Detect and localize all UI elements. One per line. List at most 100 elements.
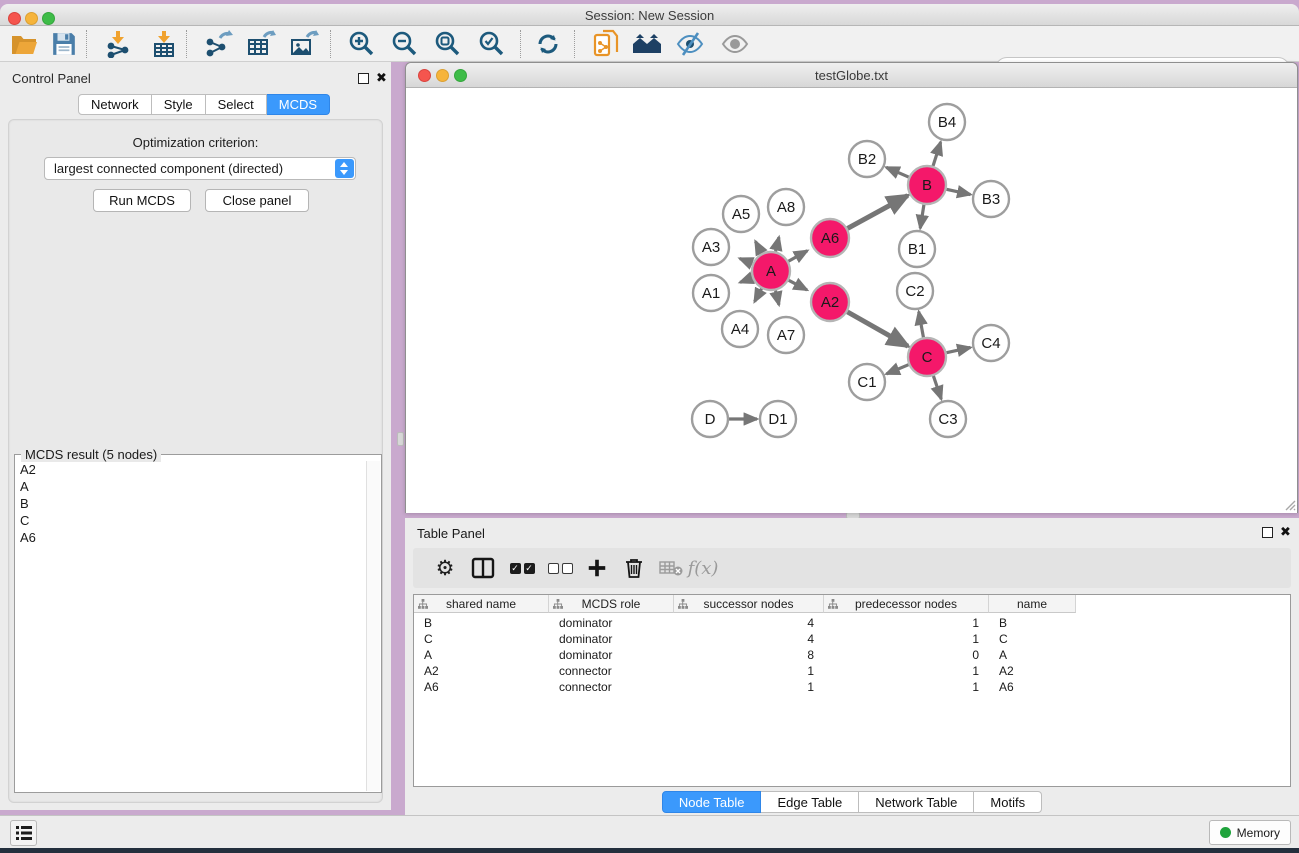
run-mcds-button[interactable]: Run MCDS: [93, 189, 191, 212]
tab-mcds[interactable]: MCDS: [267, 94, 330, 115]
table-cell[interactable]: A6: [414, 679, 549, 695]
zoom-selected-icon[interactable]: [474, 28, 510, 60]
mcds-result-item[interactable]: A2: [16, 461, 366, 478]
close-table-panel-icon[interactable]: ✖: [1280, 526, 1291, 537]
mcds-result-list[interactable]: A2ABCA6: [16, 461, 366, 791]
table-cell[interactable]: 4: [674, 631, 824, 647]
graph-edge-A2-C[interactable]: [847, 312, 907, 346]
graph-node-A1[interactable]: A1: [693, 275, 729, 311]
export-network-icon[interactable]: [200, 28, 236, 60]
hide-selected-icon[interactable]: [672, 28, 708, 60]
select-all-icon[interactable]: ✓✓: [504, 548, 540, 588]
column-header-successor-nodes[interactable]: successor nodes: [674, 595, 824, 613]
table-cell[interactable]: A: [414, 647, 549, 663]
split-columns-icon[interactable]: [465, 548, 501, 588]
graph-edge-C-C1[interactable]: [886, 365, 908, 374]
graph-node-B2[interactable]: B2: [849, 141, 885, 177]
graph-edge-A6-B[interactable]: [848, 196, 908, 229]
graph-edge-A-A4[interactable]: [755, 289, 762, 302]
tab-style[interactable]: Style: [152, 94, 206, 115]
graph-node-C[interactable]: C: [908, 338, 946, 376]
resize-grip-icon[interactable]: [1282, 497, 1296, 511]
table-cell[interactable]: A6: [989, 679, 1076, 695]
delete-icon[interactable]: [616, 548, 652, 588]
graph-edge-A-A3[interactable]: [740, 259, 753, 264]
table-row[interactable]: Bdominator41B: [414, 615, 1076, 631]
graph-edge-A-A8[interactable]: [776, 237, 779, 251]
mcds-result-item[interactable]: A: [16, 478, 366, 495]
criterion-select[interactable]: largest connected component (directed): [44, 157, 356, 180]
tab-network[interactable]: Network: [78, 94, 152, 115]
table-row[interactable]: A2connector11A2: [414, 663, 1076, 679]
task-history-button[interactable]: [10, 820, 37, 846]
import-network-icon[interactable]: [100, 28, 136, 60]
table-cell[interactable]: B: [414, 615, 549, 631]
tab-node-table[interactable]: Node Table: [662, 791, 762, 813]
float-table-panel-icon[interactable]: [1262, 527, 1273, 538]
tab-edge-table[interactable]: Edge Table: [761, 791, 859, 813]
graph-edge-C-C2[interactable]: [919, 312, 924, 338]
table-cell[interactable]: dominator: [549, 631, 674, 647]
zoom-fit-icon[interactable]: [430, 28, 466, 60]
graph-node-A5[interactable]: A5: [723, 196, 759, 232]
graph-edge-C-C3[interactable]: [933, 376, 941, 399]
table-cell[interactable]: A2: [414, 663, 549, 679]
mcds-result-scrollbar[interactable]: [366, 461, 380, 791]
network-window-titlebar[interactable]: testGlobe.txt: [406, 63, 1297, 88]
tab-select[interactable]: Select: [206, 94, 267, 115]
table-cell[interactable]: dominator: [549, 615, 674, 631]
memory-button[interactable]: Memory: [1209, 820, 1291, 845]
column-header-MCDS-role[interactable]: MCDS role: [549, 595, 674, 613]
graph-edge-A-A2[interactable]: [789, 280, 807, 290]
graph-edge-B-B3[interactable]: [947, 189, 971, 194]
close-panel-button[interactable]: Close panel: [205, 189, 309, 212]
graph-node-A8[interactable]: A8: [768, 189, 804, 225]
table-row[interactable]: Cdominator41C: [414, 631, 1076, 647]
table-cell[interactable]: 1: [674, 663, 824, 679]
zoom-out-icon[interactable]: [387, 28, 423, 60]
show-all-icon[interactable]: [717, 28, 753, 60]
column-header-name[interactable]: name: [989, 595, 1076, 613]
table-cell[interactable]: 1: [824, 615, 989, 631]
graph-node-B4[interactable]: B4: [929, 104, 965, 140]
table-cell[interactable]: B: [989, 615, 1076, 631]
float-panel-icon[interactable]: [358, 73, 369, 84]
open-file-icon[interactable]: [6, 28, 42, 60]
mcds-result-item[interactable]: C: [16, 512, 366, 529]
network-graph-canvas[interactable]: B4B2BB3B1A5A8A6A3AA1A2C2A4A7CC4C1C3DD1: [406, 89, 1297, 513]
gear-icon[interactable]: ⚙: [427, 548, 463, 588]
graph-node-C1[interactable]: C1: [849, 364, 885, 400]
graph-node-B1[interactable]: B1: [899, 231, 935, 267]
table-cell[interactable]: C: [989, 631, 1076, 647]
close-panel-icon[interactable]: ✖: [376, 72, 387, 83]
graph-node-D1[interactable]: D1: [760, 401, 796, 437]
deselect-all-icon[interactable]: [542, 548, 578, 588]
table-cell[interactable]: 4: [674, 615, 824, 631]
add-column-icon[interactable]: [579, 548, 615, 588]
graph-edge-A-A5[interactable]: [755, 241, 761, 253]
table-row[interactable]: A6connector11A6: [414, 679, 1076, 695]
graph-node-B[interactable]: B: [908, 166, 946, 204]
export-image-icon[interactable]: [286, 28, 322, 60]
table-cell[interactable]: connector: [549, 679, 674, 695]
graph-node-A7[interactable]: A7: [768, 317, 804, 353]
graph-node-B3[interactable]: B3: [973, 181, 1009, 217]
graph-edge-A-A1[interactable]: [740, 278, 752, 282]
graph-node-D[interactable]: D: [692, 401, 728, 437]
graph-edge-C-C4[interactable]: [947, 347, 971, 352]
table-cell[interactable]: C: [414, 631, 549, 647]
graph-node-C3[interactable]: C3: [930, 401, 966, 437]
graph-node-C2[interactable]: C2: [897, 273, 933, 309]
tab-motifs[interactable]: Motifs: [974, 791, 1042, 813]
import-table-icon[interactable]: [146, 28, 182, 60]
graph-edge-A-A6[interactable]: [788, 251, 807, 262]
graph-node-A4[interactable]: A4: [722, 311, 758, 347]
table-cell[interactable]: A2: [989, 663, 1076, 679]
graph-node-A2[interactable]: A2: [811, 283, 849, 321]
column-header-predecessor-nodes[interactable]: predecessor nodes: [824, 595, 989, 613]
table-cell[interactable]: connector: [549, 663, 674, 679]
zoom-in-icon[interactable]: [344, 28, 380, 60]
graph-node-C4[interactable]: C4: [973, 325, 1009, 361]
export-table-icon[interactable]: [243, 28, 279, 60]
first-neighbors-icon[interactable]: [629, 28, 665, 60]
